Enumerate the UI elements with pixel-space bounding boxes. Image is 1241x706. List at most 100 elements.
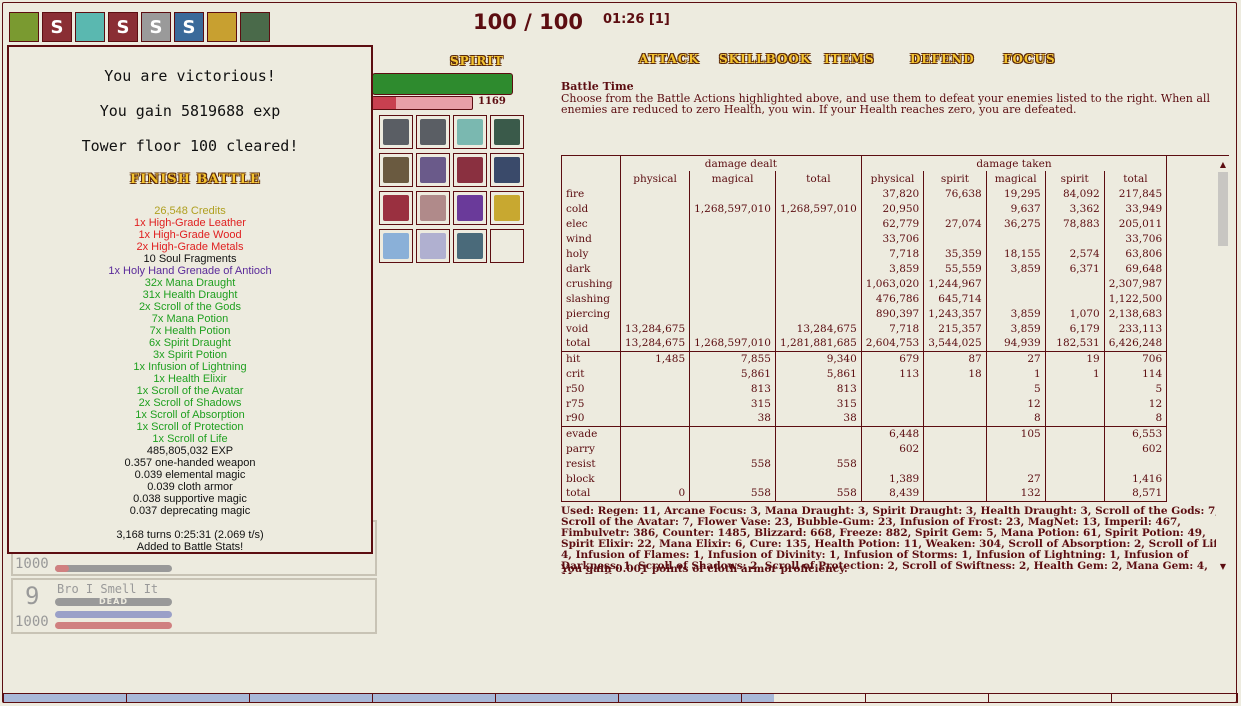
stat-cell (775, 471, 862, 486)
stat-cell: 20,950 (861, 201, 925, 216)
stat-cell: 63,806 (1104, 246, 1168, 261)
stat-cell: 9,637 (986, 201, 1046, 216)
item-slot-icon (383, 119, 409, 145)
stat-cell: 5,861 (775, 366, 862, 381)
item-slot-3[interactable] (453, 115, 487, 149)
stat-cell: 233,113 (1104, 321, 1168, 336)
loot-item: 2x Scroll of Shadows (138, 397, 242, 409)
spirit-button[interactable]: SPIRIT (450, 54, 504, 68)
loot-item: 6x Spirit Draught (149, 337, 231, 349)
stat-cell: 476,786 (861, 291, 925, 306)
item-slot-13[interactable] (379, 229, 413, 263)
row-label: hit (561, 350, 621, 366)
row-label: total (561, 486, 621, 502)
loot-item: 0.357 one-handed weapon (124, 457, 256, 469)
item-slot-icon (457, 119, 483, 145)
stat-cell: 62,779 (861, 216, 925, 231)
stat-cell: 27 (986, 471, 1046, 486)
stat-cell: 1 (1045, 366, 1105, 381)
stat-cell: 6,426,248 (1104, 336, 1168, 351)
stat-cell: 5 (986, 381, 1046, 396)
stat-cell: 1,268,597,010 (689, 336, 776, 351)
attack-button[interactable]: ATTACK (639, 52, 700, 66)
stat-cell: 114 (1104, 366, 1168, 381)
stat-cell: 113 (861, 366, 925, 381)
loot-item: 2x Scroll of the Gods (138, 301, 242, 313)
monster-9[interactable]: 9 Bro I Smell It DEAD 1000 (11, 578, 377, 634)
stat-cell: 36,275 (986, 216, 1046, 231)
item-slot-16[interactable] (490, 229, 524, 263)
stat-cell: 33,706 (1104, 231, 1168, 246)
item-slot-5[interactable] (379, 153, 413, 187)
skillbook-button[interactable]: SKILLBOOK (719, 52, 811, 66)
stat-cell (775, 291, 862, 306)
stat-cell (620, 471, 691, 486)
regen-icon (9, 12, 39, 42)
stat-cell (775, 441, 862, 456)
stat-cell (620, 201, 691, 216)
item-slot-1[interactable] (379, 115, 413, 149)
item-slot-2[interactable] (416, 115, 450, 149)
floor-cleared-text: Tower floor 100 cleared! (81, 137, 299, 155)
log-scrollbar[interactable]: ▲ ▼ (1216, 158, 1230, 574)
stat-cell: 5,861 (689, 366, 776, 381)
loot-item: 31x Health Draught (142, 289, 238, 301)
item-slot-9[interactable] (379, 191, 413, 225)
stat-cell: 706 (1104, 350, 1168, 366)
stat-cell (620, 276, 691, 291)
stat-cell: 3,859 (986, 321, 1046, 336)
scroll-thumb[interactable] (1218, 172, 1228, 246)
stat-cell: 813 (775, 381, 862, 396)
stat-cell (620, 411, 691, 426)
finish-battle-button[interactable]: FINISH BATTLE (130, 172, 261, 187)
loot-item: 0.039 cloth armor (147, 481, 233, 493)
stat-cell (1045, 291, 1105, 306)
stat-cell: 1,485 (620, 350, 691, 366)
item-slot-6[interactable] (416, 153, 450, 187)
stat-cell (1045, 456, 1105, 471)
stat-cell (620, 396, 691, 411)
focus-button[interactable]: FOCUS (1003, 52, 1056, 66)
item-slot-4[interactable] (490, 115, 524, 149)
row-label: resist (561, 456, 621, 471)
item-slot-15[interactable] (453, 229, 487, 263)
exp-gain-text: You gain 5819688 exp (99, 102, 281, 120)
defend-button[interactable]: DEFEND (910, 52, 975, 66)
scroll-up-icon[interactable]: ▲ (1216, 160, 1230, 169)
battle-log[interactable]: damage dealt damage taken physical magica… (561, 155, 1229, 574)
stat-cell (1045, 276, 1105, 291)
row-label: r50 (561, 381, 621, 396)
item-slot-12[interactable] (490, 191, 524, 225)
row-label: void (561, 321, 621, 336)
stat-cell: 12 (986, 396, 1046, 411)
item-slot-10[interactable] (416, 191, 450, 225)
stat-cell (775, 246, 862, 261)
stat-cell: 1,070 (1045, 306, 1105, 321)
stat-cell (620, 216, 691, 231)
scroll-down-icon[interactable]: ▼ (1216, 562, 1230, 571)
item-slot-icon (494, 119, 520, 145)
loot-item: 10 Soul Fragments (143, 253, 237, 265)
stats-row: void 13,284,675 13,284,675 7,718 215,357 3,85… (561, 321, 1168, 336)
item-slot-7[interactable] (453, 153, 487, 187)
stat-cell: 37,820 (861, 186, 925, 201)
monster-bar (55, 565, 172, 572)
stat-cell (620, 231, 691, 246)
item-slot-11[interactable] (453, 191, 487, 225)
item-slot-icon (457, 157, 483, 183)
stat-cell: 8,439 (861, 486, 925, 502)
spark-of-life-icon: S (42, 12, 72, 42)
column-header: physical (861, 171, 925, 186)
stat-cell: 890,397 (861, 306, 925, 321)
proficiency-gain: You gain 0.001 points of cloth armor pro… (561, 563, 848, 574)
column-header: magical (986, 171, 1046, 186)
stat-cell (1045, 231, 1105, 246)
item-slot-14[interactable] (416, 229, 450, 263)
stat-cell (986, 291, 1046, 306)
items-button[interactable]: ITEMS (824, 52, 875, 66)
stat-cell: 2,307,987 (1104, 276, 1168, 291)
stat-cell (620, 381, 691, 396)
item-slot-8[interactable] (490, 153, 524, 187)
dead-badge: DEAD (55, 598, 172, 606)
column-header: physical (620, 171, 691, 186)
